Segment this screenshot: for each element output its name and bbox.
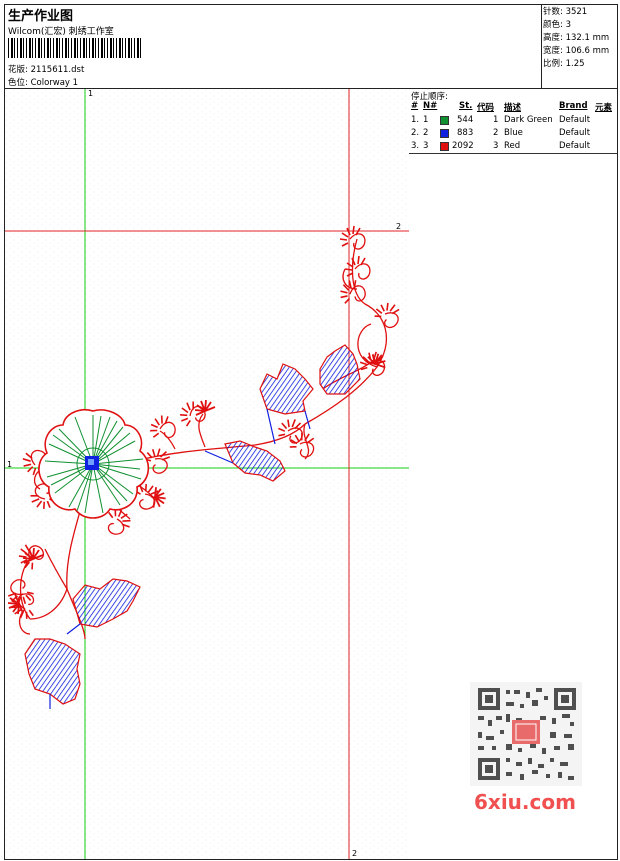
color-swatch: [440, 142, 449, 151]
color-swatch: [440, 116, 449, 125]
colorway-value: Colorway 1: [30, 78, 79, 88]
color-swatch: [440, 129, 449, 138]
design-label: 花版:: [8, 65, 28, 75]
colorway-label: 色位:: [8, 78, 28, 88]
panel-divider: [409, 153, 617, 154]
barcode: [8, 38, 142, 58]
table-row: 1. 1 544 1 Dark Green Default: [411, 115, 591, 125]
header-divider: [541, 4, 542, 88]
design-file: 花版: 2115611.dst: [8, 63, 84, 75]
guide-label: 1: [88, 89, 93, 98]
green-flower: [38, 409, 150, 519]
guide-label: 2: [396, 222, 401, 231]
stat-height: 高度: 132.1 mm: [543, 33, 610, 43]
watermark-site: 6xiu.com: [474, 790, 576, 814]
table-header: # N# St. 代码 描述 Brand 元素: [411, 101, 613, 113]
page-title: 生产作业图: [8, 9, 74, 24]
embroidery-design: 1 1 2 2: [5, 89, 409, 859]
design-stats: 针数: 3521 颜色: 3 高度: 132.1 mm 宽度: 106.6 mm…: [543, 6, 609, 71]
guide-label: 2: [352, 849, 357, 858]
design-value: 2115611.dst: [30, 65, 85, 75]
stat-width: 宽度: 106.6 mm: [543, 46, 610, 56]
embroidery-canvas: 1 1 2 2: [5, 89, 410, 859]
colorway: 色位: Colorway 1: [8, 76, 78, 88]
stat-scale: 比例: 1.25: [543, 59, 585, 69]
table-row: 2. 2 883 2 Blue Default: [411, 128, 591, 138]
studio-subtitle: Wilcom(汇宏) 刺绣工作室: [8, 27, 114, 37]
guide-label: 1: [7, 460, 12, 469]
stat-colors: 颜色: 3: [543, 20, 571, 30]
table-row: 3. 3 2092 3 Red Default: [411, 141, 591, 151]
stat-stitches: 针数: 3521: [543, 7, 588, 17]
